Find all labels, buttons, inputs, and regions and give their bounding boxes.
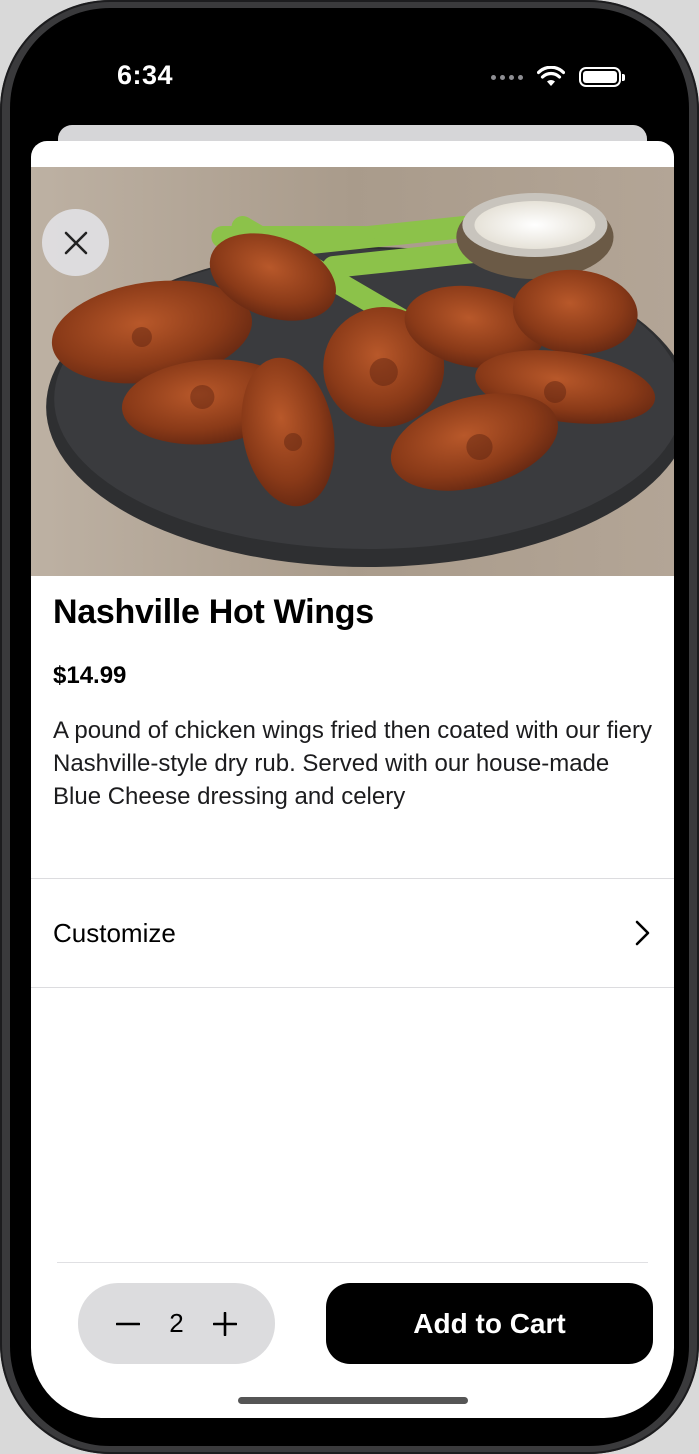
quantity-value: 2 [169, 1308, 184, 1338]
item-detail-sheet: Nashville Hot Wings $14.99 A pound of ch… [31, 141, 674, 1418]
close-icon [64, 231, 87, 254]
phone-frame: 6:34 Nashville Hot Wings $14.99 A pound … [0, 0, 699, 1454]
battery-icon [579, 67, 625, 87]
chevron-right-icon [635, 920, 650, 946]
add-to-cart-button[interactable]: Add to Cart [326, 1283, 653, 1364]
customize-row[interactable]: Customize [31, 879, 674, 987]
wings-illustration [31, 167, 674, 576]
screen: 6:34 Nashville Hot Wings $14.99 A pound … [10, 8, 689, 1446]
status-bar: 6:34 [10, 8, 689, 128]
customize-label: Customize [53, 917, 176, 948]
divider-bottom [31, 987, 674, 988]
home-indicator[interactable] [237, 1397, 468, 1404]
decrement-button[interactable] [114, 1310, 142, 1338]
footer-divider [57, 1262, 648, 1263]
item-image [31, 167, 674, 576]
wifi-icon [537, 66, 565, 86]
plus-icon [213, 1311, 237, 1336]
item-details: Nashville Hot Wings $14.99 A pound of ch… [53, 593, 652, 813]
quantity-stepper: 2 [78, 1283, 275, 1364]
minus-icon [116, 1322, 140, 1325]
item-title: Nashville Hot Wings [53, 593, 374, 631]
status-icons [491, 66, 625, 88]
close-button[interactable] [42, 209, 109, 276]
item-price: $14.99 [53, 662, 127, 689]
signal-icon [491, 74, 523, 80]
status-time: 6:34 [117, 60, 174, 90]
item-description: A pound of chicken wings fried then coat… [53, 717, 653, 810]
increment-button[interactable] [211, 1310, 239, 1338]
